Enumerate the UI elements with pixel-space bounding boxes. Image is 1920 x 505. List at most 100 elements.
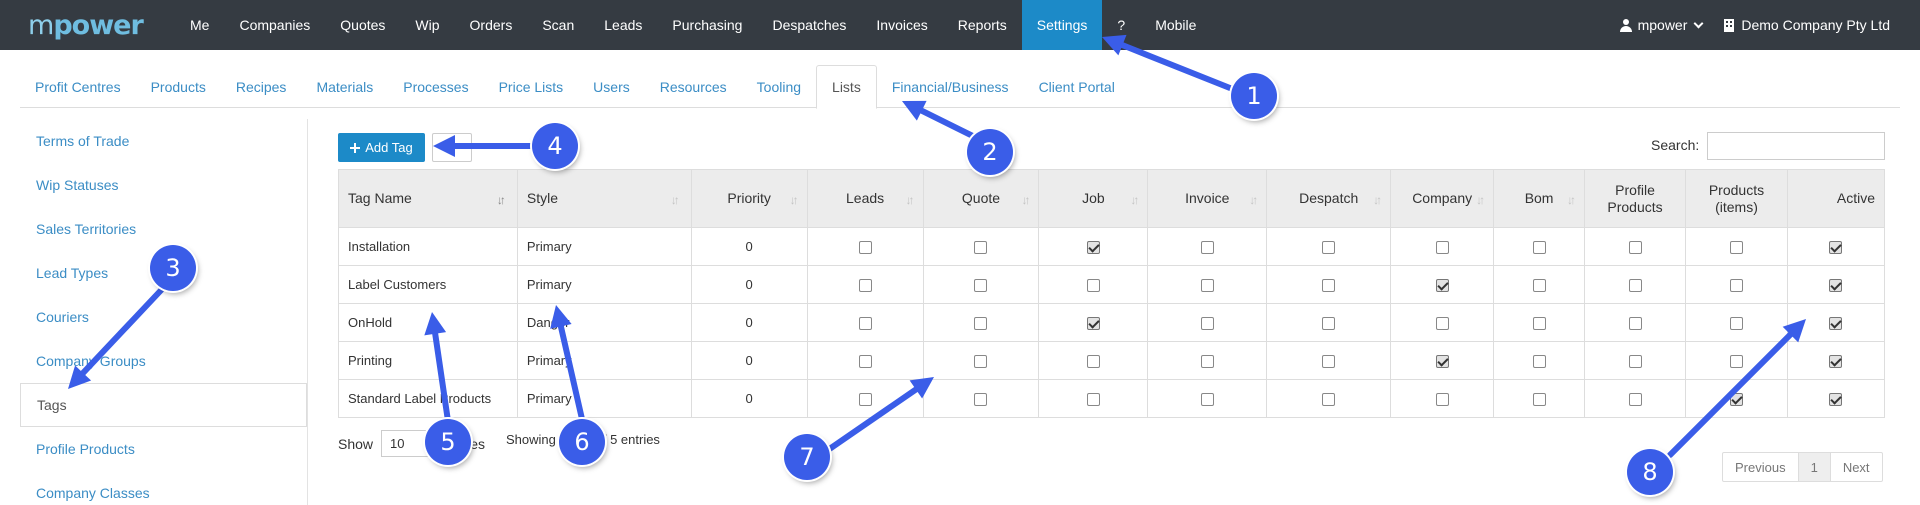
unchecked-checkbox[interactable] [858, 355, 872, 369]
tag-name-cell[interactable]: Installation [338, 227, 518, 266]
unchecked-checkbox[interactable] [1729, 317, 1743, 331]
sidebar-item-profile-products[interactable]: Profile Products [20, 427, 307, 471]
nav-item-invoices[interactable]: Invoices [861, 0, 942, 50]
unchecked-checkbox[interactable] [1628, 317, 1642, 331]
sidebar-item-company-groups[interactable]: Company Groups [20, 339, 307, 383]
column-header-style[interactable]: Style ↓↑ [516, 169, 692, 228]
tag-name-cell[interactable]: OnHold [338, 303, 518, 342]
unchecked-checkbox[interactable] [974, 393, 988, 407]
nav-item-purchasing[interactable]: Purchasing [657, 0, 757, 50]
unchecked-checkbox[interactable] [858, 279, 872, 293]
tab-profit-centres[interactable]: Profit Centres [20, 65, 136, 108]
unchecked-checkbox[interactable] [1628, 241, 1642, 255]
checked-checkbox[interactable] [1829, 279, 1843, 293]
sidebar-item-tags[interactable]: Tags [20, 383, 307, 427]
mpower-logo[interactable]: m power [0, 0, 175, 50]
checked-checkbox[interactable] [1829, 355, 1843, 369]
unchecked-checkbox[interactable] [1532, 241, 1546, 255]
next-page-button[interactable]: Next [1831, 453, 1882, 481]
company-switcher[interactable]: Demo Company Pty Ltd [1724, 17, 1890, 33]
user-menu[interactable]: mpower [1619, 17, 1704, 33]
checked-checkbox[interactable] [1435, 355, 1449, 369]
column-header-priority[interactable]: Priority ↓↑ [690, 169, 808, 228]
column-header-company[interactable]: Company ↓↑ [1390, 169, 1495, 228]
unchecked-checkbox[interactable] [1200, 241, 1214, 255]
unchecked-checkbox[interactable] [1628, 279, 1642, 293]
sidebar-item-couriers[interactable]: Couriers [20, 295, 307, 339]
unchecked-checkbox[interactable] [1628, 393, 1642, 407]
sidebar-item-terms-of-trade[interactable]: Terms of Trade [20, 119, 307, 163]
tab-client-portal[interactable]: Client Portal [1024, 65, 1130, 108]
sidebar-item-sales-territories[interactable]: Sales Territories [20, 207, 307, 251]
nav-item-help[interactable]: ? [1102, 0, 1140, 50]
unchecked-checkbox[interactable] [1628, 355, 1642, 369]
tab-products[interactable]: Products [136, 65, 221, 108]
table-row[interactable]: Standard Label Products Primary 0 [338, 379, 1886, 418]
checked-checkbox[interactable] [1829, 317, 1843, 331]
search-input[interactable] [1707, 132, 1885, 160]
nav-item-orders[interactable]: Orders [455, 0, 528, 50]
column-header-bom[interactable]: Bom ↓↑ [1493, 169, 1586, 228]
unchecked-checkbox[interactable] [1200, 317, 1214, 331]
nav-item-leads[interactable]: Leads [589, 0, 657, 50]
tag-name-cell[interactable]: Printing [338, 341, 518, 380]
previous-page-button[interactable]: Previous [1723, 453, 1799, 481]
checked-checkbox[interactable] [1829, 241, 1843, 255]
tab-tooling[interactable]: Tooling [742, 65, 816, 108]
unchecked-checkbox[interactable] [1729, 241, 1743, 255]
add-tag-button[interactable]: Add Tag [338, 133, 425, 162]
table-row[interactable]: Printing Primary 0 [338, 341, 1886, 380]
unchecked-checkbox[interactable] [1435, 393, 1449, 407]
unchecked-checkbox[interactable] [974, 241, 988, 255]
checked-checkbox[interactable] [1435, 279, 1449, 293]
unchecked-checkbox[interactable] [1086, 393, 1100, 407]
tab-users[interactable]: Users [578, 65, 645, 108]
unchecked-checkbox[interactable] [974, 355, 988, 369]
nav-item-me[interactable]: Me [175, 0, 224, 50]
checked-checkbox[interactable] [1829, 393, 1843, 407]
nav-item-despatches[interactable]: Despatches [757, 0, 861, 50]
tab-processes[interactable]: Processes [388, 65, 483, 108]
unchecked-checkbox[interactable] [1729, 279, 1743, 293]
column-header-tag-name[interactable]: Tag Name ↓↑ [338, 169, 518, 228]
sidebar-item-company-classes[interactable]: Company Classes [20, 471, 307, 505]
nav-item-companies[interactable]: Companies [224, 0, 325, 50]
unchecked-checkbox[interactable] [858, 241, 872, 255]
table-row[interactable]: Label Customers Primary 0 [338, 265, 1886, 304]
unchecked-checkbox[interactable] [858, 393, 872, 407]
unchecked-checkbox[interactable] [1322, 393, 1336, 407]
unchecked-checkbox[interactable] [1086, 355, 1100, 369]
unchecked-checkbox[interactable] [1322, 241, 1336, 255]
checked-checkbox[interactable] [1086, 317, 1100, 331]
tab-lists[interactable]: Lists [816, 65, 877, 109]
tab-resources[interactable]: Resources [645, 65, 742, 108]
tab-materials[interactable]: Materials [301, 65, 388, 108]
column-header-invoice[interactable]: Invoice ↓↑ [1147, 169, 1268, 228]
nav-item-settings[interactable]: Settings [1021, 0, 1103, 50]
unchecked-checkbox[interactable] [1200, 393, 1214, 407]
nav-item-quotes[interactable]: Quotes [325, 0, 400, 50]
nav-item-reports[interactable]: Reports [943, 0, 1022, 50]
tab-price-lists[interactable]: Price Lists [484, 65, 579, 108]
unchecked-checkbox[interactable] [1200, 355, 1214, 369]
column-options-button[interactable] [432, 133, 472, 162]
tab-recipes[interactable]: Recipes [221, 65, 302, 108]
checked-checkbox[interactable] [1086, 241, 1100, 255]
page-1-button[interactable]: 1 [1798, 453, 1831, 481]
unchecked-checkbox[interactable] [1435, 241, 1449, 255]
unchecked-checkbox[interactable] [974, 317, 988, 331]
unchecked-checkbox[interactable] [858, 317, 872, 331]
unchecked-checkbox[interactable] [1322, 317, 1336, 331]
column-header-leads[interactable]: Leads ↓↑ [806, 169, 924, 228]
table-row[interactable]: OnHold Danger 0 [338, 303, 1886, 342]
table-row[interactable]: Installation Primary 0 [338, 227, 1886, 266]
unchecked-checkbox[interactable] [1729, 355, 1743, 369]
tag-name-cell[interactable]: Standard Label Products [338, 379, 518, 418]
unchecked-checkbox[interactable] [1200, 279, 1214, 293]
column-header-job[interactable]: Job ↓↑ [1038, 169, 1149, 228]
nav-item-scan[interactable]: Scan [527, 0, 589, 50]
unchecked-checkbox[interactable] [1435, 317, 1449, 331]
sidebar-item-wip-statuses[interactable]: Wip Statuses [20, 163, 307, 207]
nav-item-mobile[interactable]: Mobile [1140, 0, 1211, 50]
unchecked-checkbox[interactable] [1086, 279, 1100, 293]
